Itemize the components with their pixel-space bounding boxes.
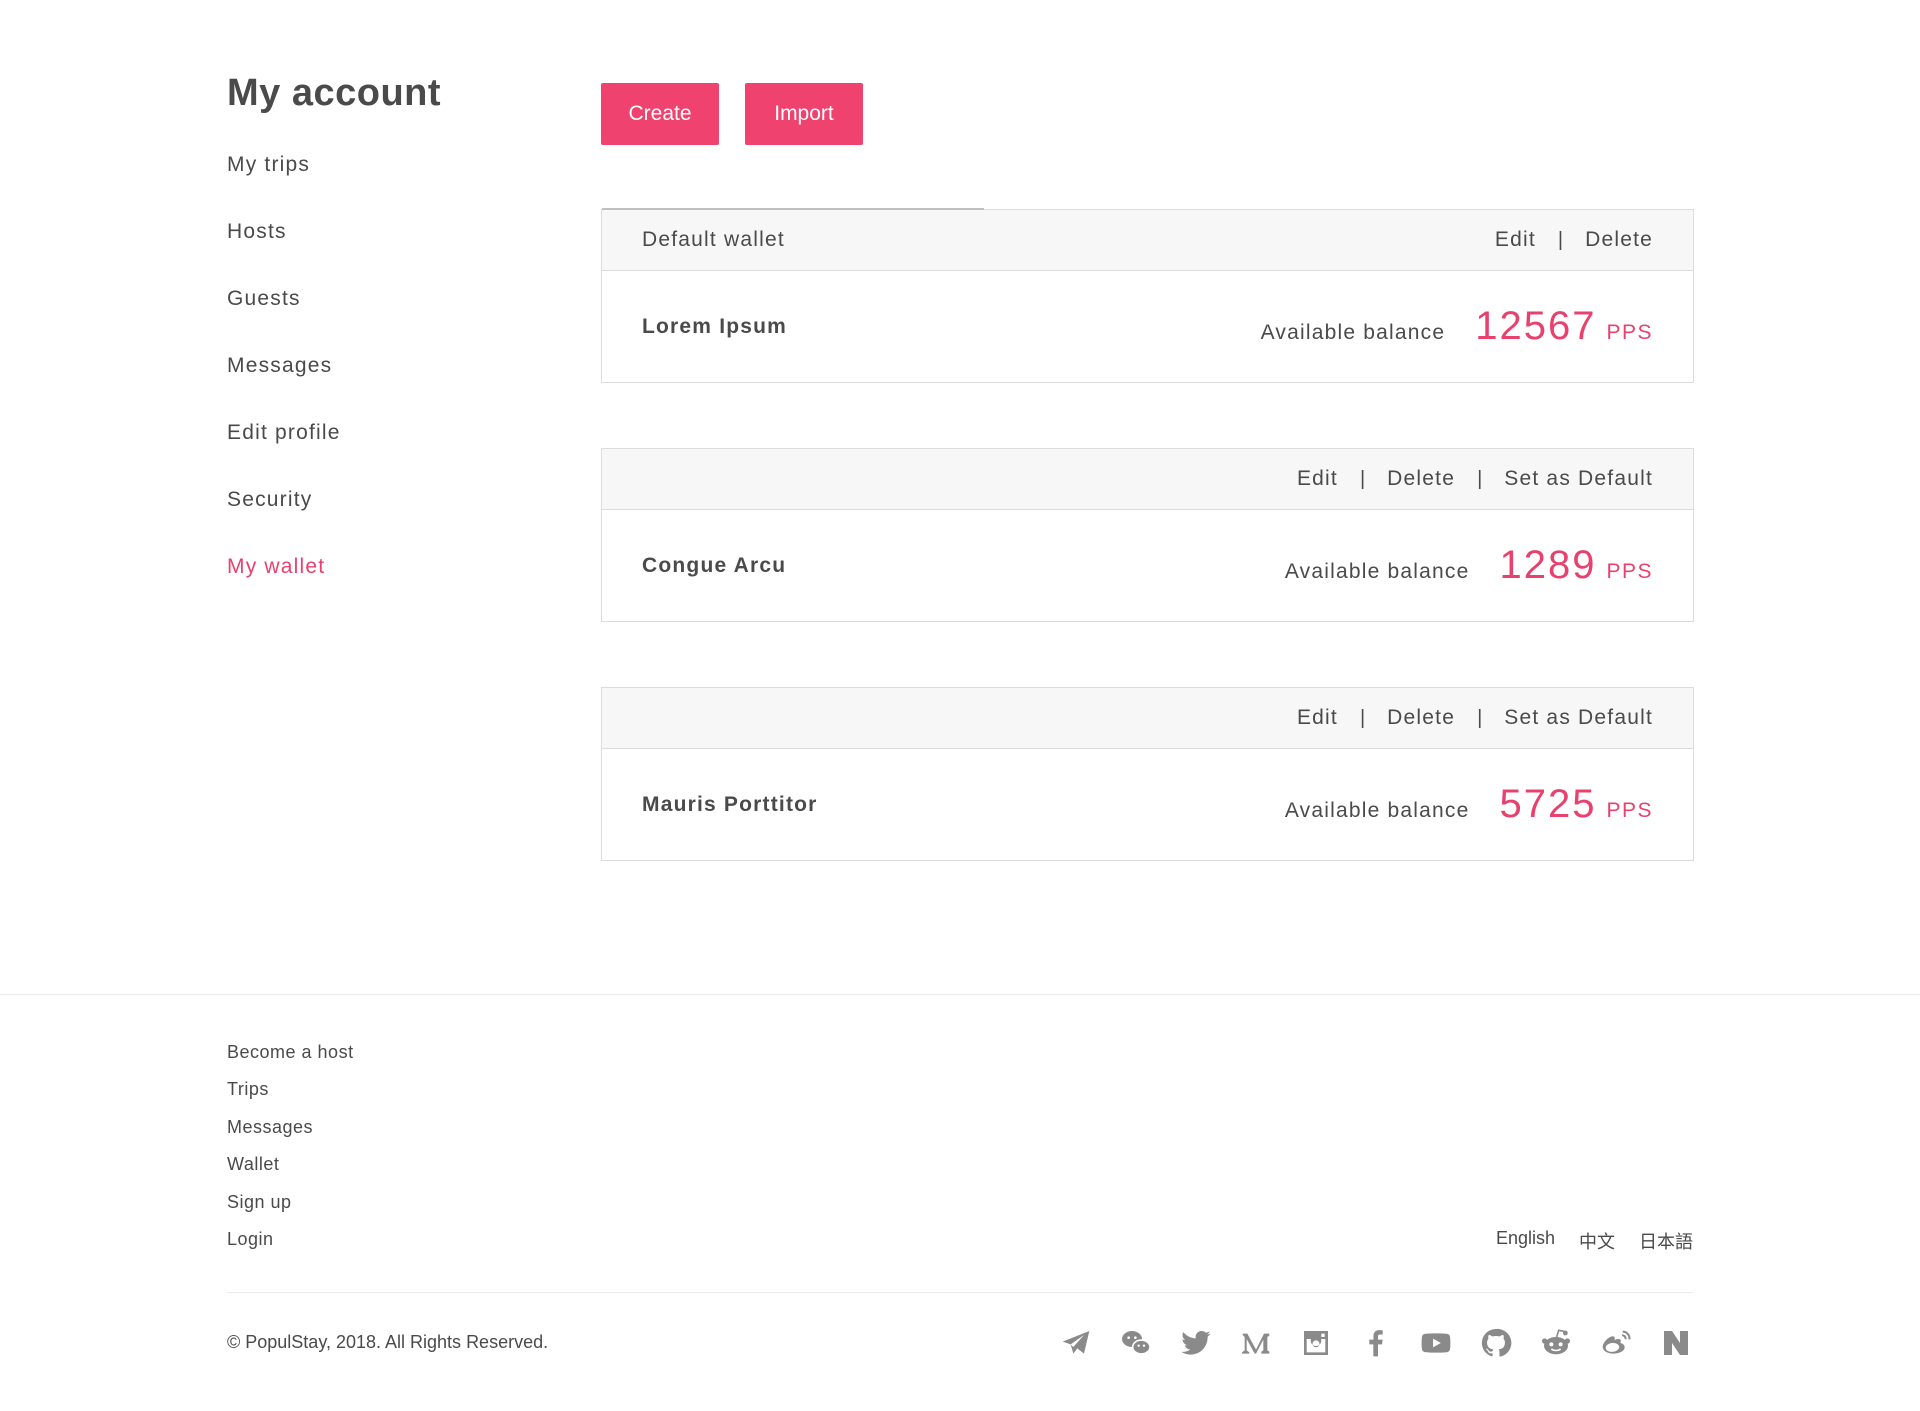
balance-unit: PPS	[1606, 321, 1653, 344]
lang-japanese[interactable]: 日本語	[1639, 1228, 1693, 1254]
balance-label: Available balance	[1284, 799, 1470, 822]
wallet-body: Lorem Ipsum Available balance 12567 PPS	[602, 271, 1693, 382]
wallet-actions: Edit | Delete | Set as Default	[1297, 706, 1653, 730]
wallet-header: Edit | Delete | Set as Default	[602, 449, 1693, 510]
lang-chinese[interactable]: 中文	[1579, 1228, 1615, 1254]
wallet-name: Mauris Porttitor	[642, 792, 818, 816]
footer-divider	[227, 1292, 1693, 1293]
language-switcher: English 中文 日本語	[1496, 1228, 1693, 1254]
action-separator: |	[1359, 467, 1366, 490]
lang-english[interactable]: English	[1496, 1228, 1555, 1254]
sidebar-item-security[interactable]: Security	[227, 484, 527, 551]
wallet-header: Edit | Delete | Set as Default	[602, 688, 1693, 749]
naver-icon[interactable]	[1659, 1326, 1693, 1360]
sidebar-item-my-trips[interactable]: My trips	[227, 149, 527, 216]
balance-value: 1289	[1499, 543, 1597, 587]
github-icon[interactable]	[1479, 1326, 1513, 1360]
wallet-main: Create Import Default wallet Edit | Dele…	[601, 83, 1694, 861]
balance-unit: PPS	[1606, 799, 1653, 822]
default-wallet-label: Default wallet	[642, 228, 785, 251]
wallet-name: Congue Arcu	[642, 553, 787, 577]
copyright-text: © PopulStay, 2018. All Rights Reserved.	[227, 1332, 549, 1352]
wechat-icon[interactable]	[1119, 1326, 1153, 1360]
edit-link[interactable]: Edit	[1297, 467, 1338, 491]
edit-link[interactable]: Edit	[1495, 228, 1536, 252]
wallet-balance: Available balance 5725 PPS	[1285, 782, 1653, 827]
balance-label: Available balance	[1284, 560, 1470, 583]
weibo-icon[interactable]	[1599, 1326, 1633, 1360]
delete-link[interactable]: Delete	[1387, 467, 1455, 491]
wallet-card: Edit | Delete | Set as Default Congue Ar…	[601, 448, 1694, 622]
wallet-card: Default wallet Edit | Delete Lorem Ipsum…	[601, 208, 1694, 383]
action-separator: |	[1477, 467, 1483, 490]
action-separator: |	[1359, 706, 1366, 729]
facebook-icon[interactable]	[1359, 1326, 1393, 1360]
set-default-link[interactable]: Set as Default	[1504, 467, 1653, 491]
footer-divider	[0, 994, 1920, 995]
reddit-icon[interactable]	[1539, 1326, 1573, 1360]
wallet-balance: Available balance 12567 PPS	[1261, 304, 1653, 349]
sidebar-item-messages[interactable]: Messages	[227, 350, 527, 417]
set-default-link[interactable]: Set as Default	[1504, 706, 1653, 730]
delete-link[interactable]: Delete	[1585, 228, 1653, 252]
wallet-body: Congue Arcu Available balance 1289 PPS	[602, 510, 1693, 621]
delete-link[interactable]: Delete	[1387, 706, 1455, 730]
balance-unit: PPS	[1606, 560, 1653, 583]
telegram-icon[interactable]	[1059, 1326, 1093, 1360]
wallet-toolbar: Create Import	[601, 83, 1694, 145]
sidebar-item-guests[interactable]: Guests	[227, 283, 527, 350]
wallet-actions: Edit | Delete | Set as Default	[1297, 467, 1653, 491]
wallet-balance: Available balance 1289 PPS	[1285, 543, 1653, 588]
import-button[interactable]: Import	[745, 83, 863, 145]
wallet-header: Default wallet Edit | Delete	[602, 210, 1693, 271]
footer-link-login[interactable]: Login	[227, 1227, 354, 1264]
instagram-icon[interactable]	[1299, 1326, 1333, 1360]
footer-link-wallet[interactable]: Wallet	[227, 1152, 354, 1189]
balance-value: 12567	[1475, 304, 1597, 348]
footer-link-messages[interactable]: Messages	[227, 1115, 354, 1152]
wallet-card: Edit | Delete | Set as Default Mauris Po…	[601, 687, 1694, 861]
wallet-name: Lorem Ipsum	[642, 314, 788, 338]
footer-link-become-host[interactable]: Become a host	[227, 1040, 354, 1077]
footer-link-sign-up[interactable]: Sign up	[227, 1190, 354, 1227]
wallet-body: Mauris Porttitor Available balance 5725 …	[602, 749, 1693, 860]
medium-icon[interactable]	[1239, 1326, 1273, 1360]
footer-links: Become a host Trips Messages Wallet Sign…	[227, 1040, 354, 1264]
footer-link-trips[interactable]: Trips	[227, 1077, 354, 1114]
tab-indicator	[602, 208, 984, 210]
balance-label: Available balance	[1260, 321, 1446, 344]
sidebar-item-my-wallet[interactable]: My wallet	[227, 551, 527, 618]
wallet-actions: Edit | Delete	[1495, 228, 1653, 252]
create-button[interactable]: Create	[601, 83, 719, 145]
edit-link[interactable]: Edit	[1297, 706, 1338, 730]
sidebar-item-edit-profile[interactable]: Edit profile	[227, 417, 527, 484]
action-separator: |	[1477, 706, 1483, 729]
page-title: My account	[227, 72, 442, 114]
social-links	[1059, 1326, 1693, 1360]
action-separator: |	[1557, 228, 1564, 251]
youtube-icon[interactable]	[1419, 1326, 1453, 1360]
sidebar: My account My trips Hosts Guests Message…	[227, 72, 527, 618]
sidebar-item-hosts[interactable]: Hosts	[227, 216, 527, 283]
twitter-icon[interactable]	[1179, 1326, 1213, 1360]
balance-value: 5725	[1499, 782, 1597, 826]
